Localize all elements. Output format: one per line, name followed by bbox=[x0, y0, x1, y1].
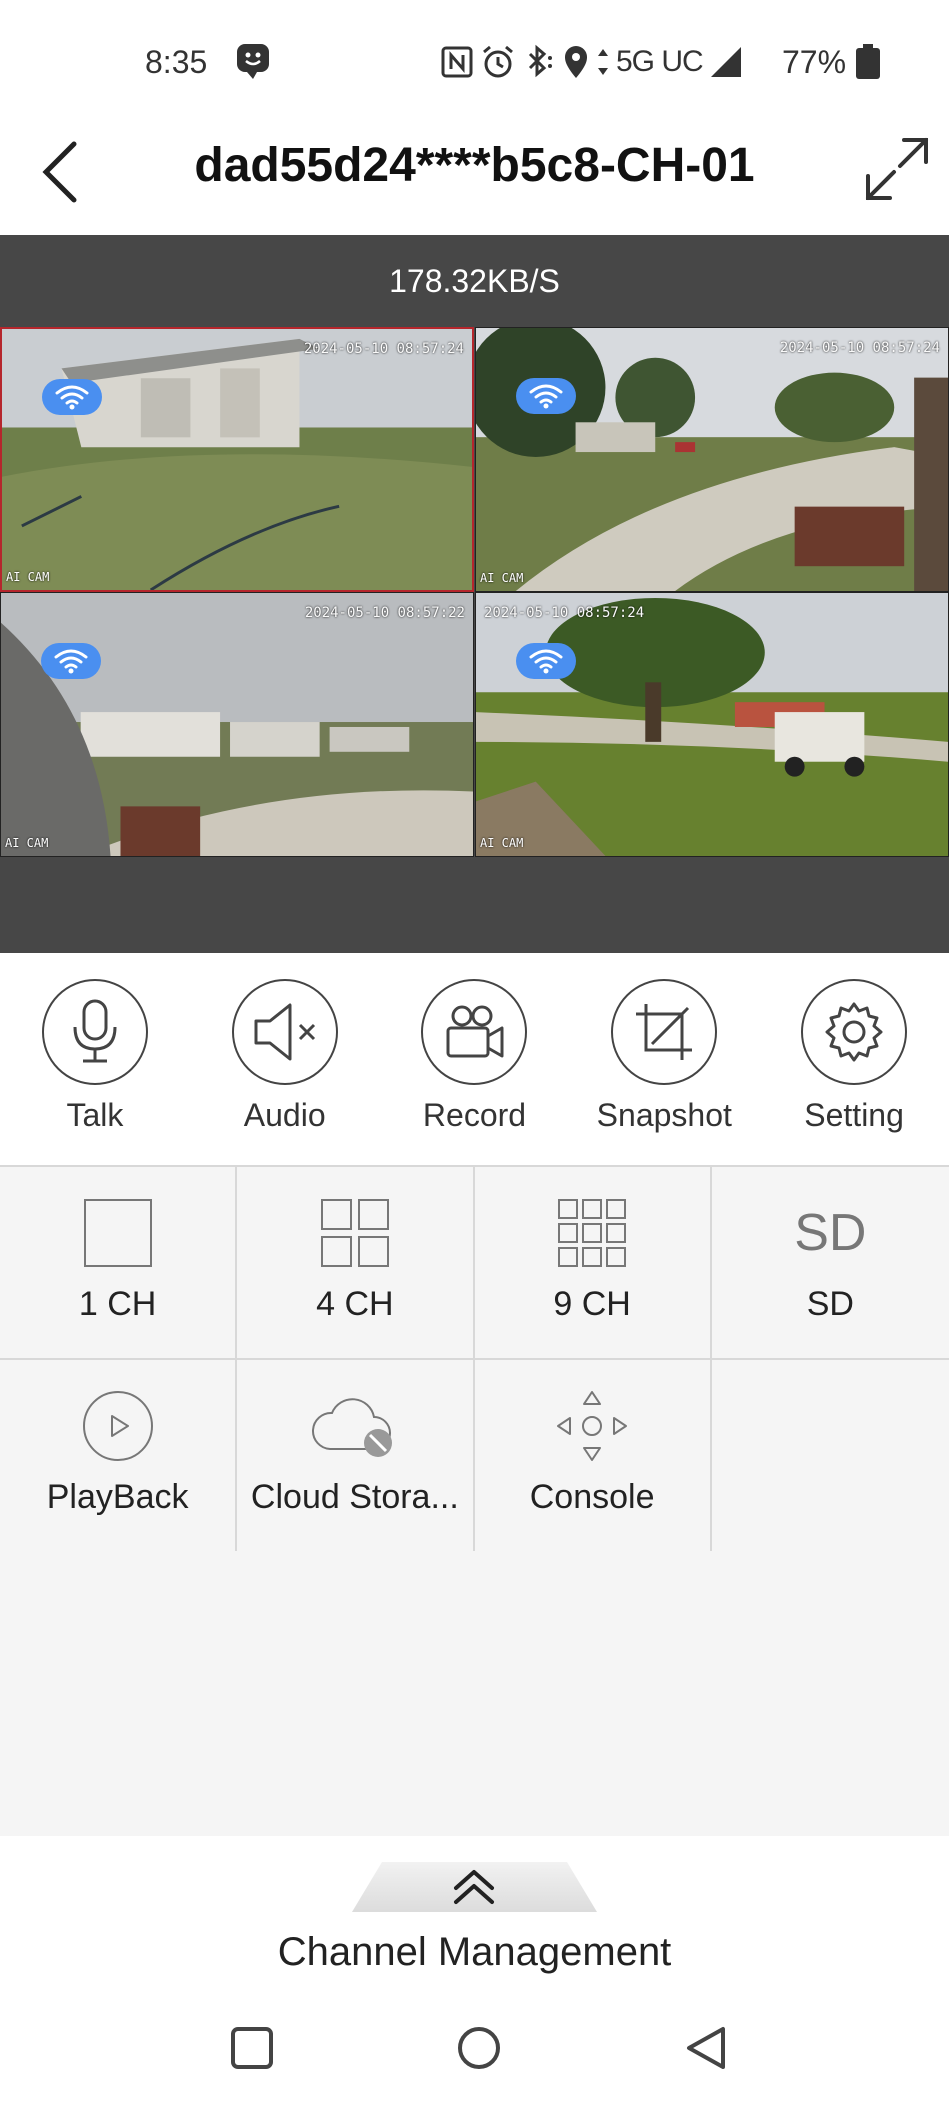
camera-timestamp: 2024-05-10 08:57:24 bbox=[779, 340, 940, 356]
snapshot-button[interactable]: Snapshot bbox=[569, 953, 759, 1165]
quad-grid-icon bbox=[320, 1197, 390, 1269]
video-area: 178.32KB/S 2024-05-10 08:57:24 AI CAM 20… bbox=[0, 235, 949, 953]
camera-feed-3[interactable]: 2024-05-10 08:57:22 AI CAM bbox=[0, 592, 474, 857]
sd-glyph: SD bbox=[794, 1204, 867, 1262]
audio-button[interactable]: Audio bbox=[190, 953, 380, 1165]
camera-label: AI CAM bbox=[480, 571, 524, 585]
setting-button[interactable]: Setting bbox=[759, 953, 949, 1165]
layout-9ch-button[interactable]: 9 CH bbox=[475, 1167, 712, 1358]
empty-area bbox=[0, 1551, 949, 1836]
record-button[interactable]: Record bbox=[380, 953, 570, 1165]
cloud-storage-label: Cloud Stora... bbox=[250, 1478, 459, 1516]
square-icon bbox=[231, 2027, 273, 2069]
network-type: 5G UC bbox=[616, 45, 704, 78]
setting-label: Setting bbox=[804, 1097, 904, 1133]
cloud-disabled-icon bbox=[310, 1390, 400, 1462]
speaker-mute-icon bbox=[231, 979, 338, 1085]
camera-grid: 2024-05-10 08:57:24 AI CAM 2024-05-10 08… bbox=[0, 327, 949, 857]
battery-icon bbox=[856, 44, 880, 79]
record-label: Record bbox=[422, 1097, 527, 1133]
wifi-badge-icon bbox=[42, 379, 102, 415]
camera-timestamp: 2024-05-10 08:57:24 bbox=[484, 605, 645, 621]
empty-cell bbox=[712, 1360, 949, 1551]
control-bar: Talk Audio Record Snapshot Setting bbox=[0, 953, 949, 1165]
sd-icon: SD bbox=[794, 1197, 866, 1269]
playback-button[interactable]: PlayBack bbox=[0, 1360, 238, 1551]
signal-icon bbox=[710, 47, 741, 77]
channel-management-panel[interactable]: Channel Management bbox=[0, 1836, 949, 1988]
bluetooth-icon bbox=[528, 44, 552, 78]
menu-row: PlayBack Cloud Stora... Console bbox=[0, 1360, 949, 1553]
circle-icon bbox=[458, 2027, 500, 2069]
snapshot-label: Snapshot bbox=[596, 1097, 732, 1133]
camera-feed-4[interactable]: 2024-05-10 08:57:24 AI CAM bbox=[475, 592, 949, 857]
video-camera-icon bbox=[421, 979, 528, 1085]
sd-quality-button[interactable]: SD SD bbox=[712, 1167, 949, 1358]
microphone-icon bbox=[41, 979, 148, 1085]
menu-row: 1 CH 4 CH 9 CH SD SD bbox=[0, 1167, 949, 1360]
console-label: Console bbox=[529, 1478, 655, 1516]
chat-notification-icon bbox=[237, 44, 269, 79]
camera-label: AI CAM bbox=[6, 570, 50, 584]
nine-grid-icon bbox=[557, 1197, 627, 1269]
layout-4ch-label: 4 CH bbox=[316, 1285, 394, 1323]
status-icons: 5G UC bbox=[440, 42, 743, 82]
back-button[interactable] bbox=[30, 132, 90, 212]
camera-label: AI CAM bbox=[5, 836, 49, 850]
status-time: 8:35 bbox=[145, 44, 208, 80]
camera-image bbox=[476, 328, 948, 591]
camera-timestamp: 2024-05-10 08:57:24 bbox=[303, 341, 464, 357]
camera-feed-2[interactable]: 2024-05-10 08:57:24 AI CAM bbox=[475, 327, 949, 592]
camera-timestamp: 2024-05-10 08:57:22 bbox=[304, 605, 465, 621]
audio-label: Audio bbox=[243, 1097, 326, 1133]
home-button[interactable] bbox=[447, 2016, 511, 2080]
camera-label: AI CAM bbox=[480, 836, 524, 850]
play-circle-icon bbox=[82, 1390, 154, 1462]
chevron-left-icon bbox=[42, 141, 77, 203]
wifi-badge-icon bbox=[516, 643, 576, 679]
nfc-icon bbox=[441, 46, 473, 78]
layout-9ch-label: 9 CH bbox=[553, 1285, 631, 1323]
back-nav-button[interactable] bbox=[674, 2016, 738, 2080]
bitrate-readout: 178.32KB/S bbox=[389, 263, 560, 299]
location-icon bbox=[565, 46, 587, 78]
triangle-back-icon bbox=[687, 2027, 725, 2069]
fullscreen-icon[interactable] bbox=[862, 134, 932, 204]
direction-pad-icon bbox=[554, 1390, 630, 1462]
battery-percent: 77% bbox=[782, 44, 847, 80]
camera-image bbox=[1, 593, 473, 856]
header: dad55d24****b5c8-CH-01 bbox=[0, 120, 949, 235]
page-title: dad55d24****b5c8-CH-01 bbox=[194, 139, 755, 192]
sd-quality-label: SD bbox=[806, 1285, 854, 1323]
layout-4ch-button[interactable]: 4 CH bbox=[237, 1167, 475, 1358]
wifi-badge-icon bbox=[41, 643, 101, 679]
single-square-icon bbox=[83, 1197, 153, 1269]
playback-label: PlayBack bbox=[46, 1478, 189, 1516]
system-nav-bar bbox=[0, 1988, 949, 2108]
feature-menu: 1 CH 4 CH 9 CH SD SD PlayBack Cloud Stor… bbox=[0, 1165, 949, 1553]
talk-button[interactable]: Talk bbox=[0, 953, 190, 1165]
talk-label: Talk bbox=[66, 1097, 124, 1133]
wifi-badge-icon bbox=[516, 378, 576, 414]
camera-image bbox=[2, 329, 472, 590]
camera-image bbox=[476, 593, 948, 856]
crop-icon bbox=[611, 979, 718, 1085]
layout-1ch-button[interactable]: 1 CH bbox=[0, 1167, 238, 1358]
cloud-storage-button[interactable]: Cloud Stora... bbox=[237, 1360, 475, 1551]
data-arrows-icon bbox=[598, 49, 608, 75]
camera-feed-1[interactable]: 2024-05-10 08:57:24 AI CAM bbox=[0, 327, 474, 592]
double-chevron-up-icon[interactable] bbox=[352, 1862, 597, 1912]
console-button[interactable]: Console bbox=[475, 1360, 712, 1551]
recents-button[interactable] bbox=[220, 2016, 284, 2080]
status-bar: 8:35 5G UC 77% bbox=[0, 0, 949, 120]
channel-management-label: Channel Management bbox=[277, 1930, 672, 1974]
alarm-icon bbox=[483, 45, 513, 78]
layout-1ch-label: 1 CH bbox=[78, 1285, 157, 1323]
gear-icon bbox=[801, 979, 908, 1085]
